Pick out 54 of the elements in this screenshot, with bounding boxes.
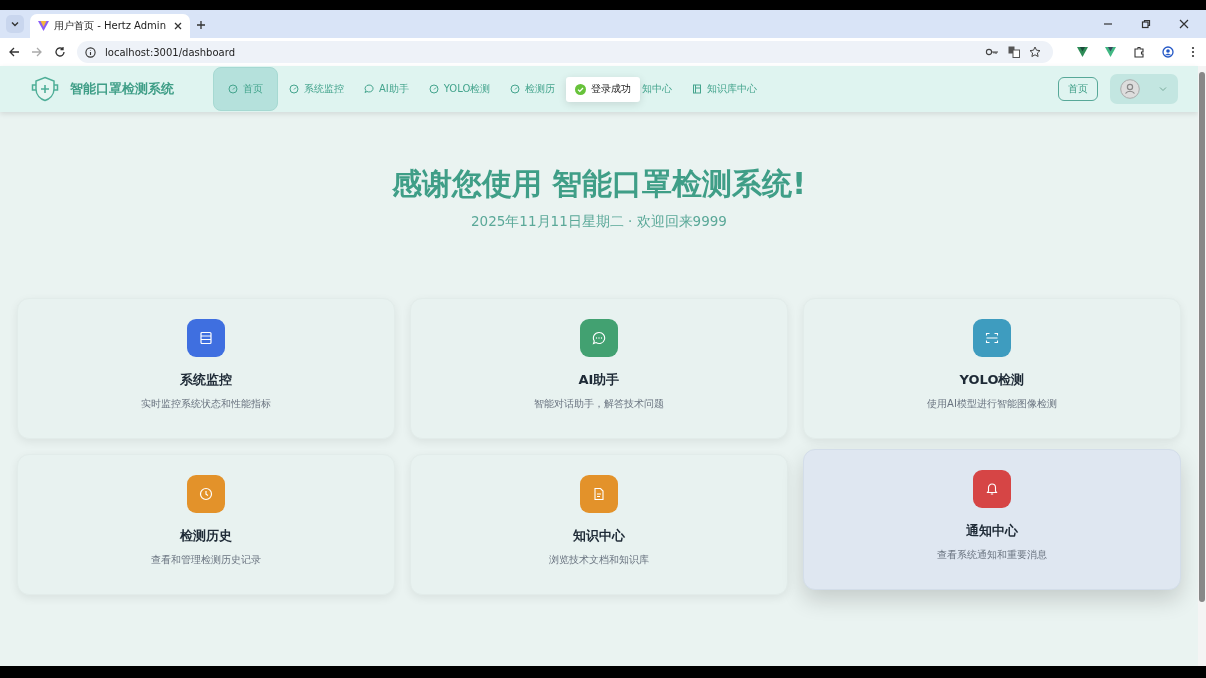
caret-icon xyxy=(10,19,20,29)
caret-icon xyxy=(1159,86,1167,92)
close-icon[interactable] xyxy=(1179,19,1189,29)
scrollbar[interactable] xyxy=(1198,66,1206,666)
chat-icon xyxy=(364,84,374,94)
feature-card[interactable]: 检测历史 查看和管理检测历史记录 xyxy=(17,454,395,595)
address-field[interactable]: localhost:3001/dashboard xyxy=(77,41,1053,63)
date-greeting: 2025年11月11日星期二 · 欢迎回来9999 xyxy=(471,213,727,231)
puzzle-icon[interactable] xyxy=(1133,46,1145,58)
card-description: 查看系统通知和重要消息 xyxy=(937,548,1047,562)
card-title: 通知中心 xyxy=(966,522,1018,540)
key-icon[interactable] xyxy=(985,47,999,57)
v-extension-icon[interactable] xyxy=(1105,47,1116,57)
feature-card[interactable]: AI助手 智能对话助手，解答技术问题 xyxy=(410,298,788,439)
feature-card[interactable]: 知识中心 浏览技术文档和知识库 xyxy=(410,454,788,595)
welcome-title: 感谢您使用 智能口罩检测系统! xyxy=(391,165,807,203)
gauge-icon xyxy=(289,84,299,94)
back-icon[interactable] xyxy=(8,46,20,58)
card-title: 系统监控 xyxy=(180,371,232,389)
book-icon xyxy=(692,84,703,94)
card-description: 浏览技术文档和知识库 xyxy=(549,553,649,567)
profile-icon[interactable] xyxy=(1162,46,1174,58)
card-description: 智能对话助手，解答技术问题 xyxy=(534,397,664,411)
toast-text: 登录成功 xyxy=(591,82,632,96)
tab-list-button[interactable] xyxy=(6,15,24,33)
browser-tab[interactable]: 用户首页 - Hertz Admin xyxy=(30,14,190,38)
mask-shield-icon xyxy=(30,76,60,102)
v-logo-icon xyxy=(38,21,49,31)
card-title: AI助手 xyxy=(578,371,620,389)
close-icon[interactable] xyxy=(174,22,182,30)
gauge-icon xyxy=(228,84,238,94)
card-title: 检测历史 xyxy=(180,527,232,545)
tab-title: 用户首页 - Hertz Admin xyxy=(54,19,167,33)
card-title: 知识中心 xyxy=(573,527,625,545)
brand-name: 智能口罩检测系统 xyxy=(70,80,174,98)
more-icon[interactable] xyxy=(1191,46,1195,58)
feature-card[interactable]: YOLO检测 使用AI模型进行智能图像检测 xyxy=(803,298,1181,439)
card-description: 实时监控系统状态和性能指标 xyxy=(141,397,271,411)
card-title: YOLO检测 xyxy=(959,371,1025,389)
new-tab-icon[interactable] xyxy=(196,20,206,30)
success-icon xyxy=(575,83,587,95)
v-extension-icon[interactable] xyxy=(1077,47,1088,57)
avatar-icon xyxy=(1120,79,1140,99)
feature-card[interactable]: 系统监控 实时监控系统状态和性能指标 xyxy=(17,298,395,439)
gauge-icon xyxy=(510,84,521,94)
feature-card[interactable]: 通知中心 查看系统通知和重要消息 xyxy=(803,449,1181,590)
card-description: 使用AI模型进行智能图像检测 xyxy=(927,397,1057,411)
info-icon xyxy=(85,46,96,58)
gauge-icon xyxy=(428,84,439,94)
translate-icon[interactable] xyxy=(1008,46,1020,58)
star-icon[interactable] xyxy=(1029,46,1041,58)
reload-icon[interactable] xyxy=(54,46,66,58)
restore-icon[interactable] xyxy=(1141,19,1151,29)
card-description: 查看和管理检测历史记录 xyxy=(151,553,261,567)
